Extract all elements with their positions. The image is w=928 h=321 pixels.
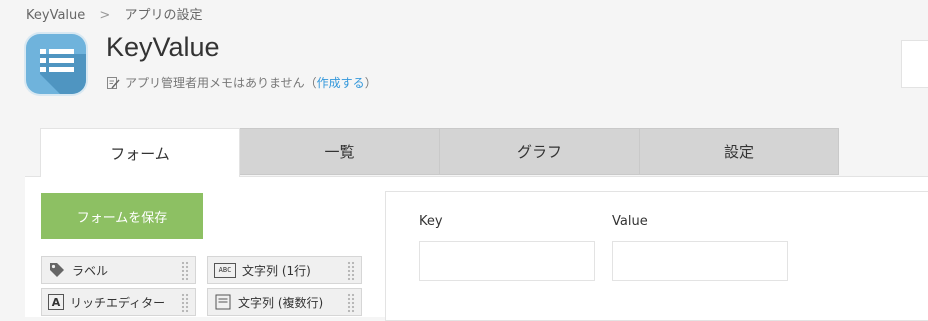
breadcrumb-app-link[interactable]: KeyValue (26, 8, 85, 23)
settings-tabs: フォーム 一覧 グラフ 設定 (40, 128, 839, 177)
tab-list-label: 一覧 (324, 143, 355, 161)
app-title: KeyValue (106, 32, 220, 62)
list-icon (40, 49, 86, 94)
tab-settings-label: 設定 (723, 143, 754, 161)
drag-handle-icon (347, 293, 355, 313)
create-memo-link[interactable]: 作成する (317, 74, 365, 91)
palette-item-single-line-text-label: 文字列 (1行) (242, 263, 311, 278)
abc-icon: ABC (214, 262, 236, 278)
palette-item-single-line-text[interactable]: ABC 文字列 (1行) (207, 256, 362, 284)
palette-item-rich-editor-label: リッチエディター (70, 295, 166, 310)
drag-handle-icon (181, 261, 189, 281)
tab-form[interactable]: フォーム (40, 128, 240, 177)
save-form-button[interactable]: フォームを保存 (41, 193, 203, 239)
tag-icon (48, 261, 66, 279)
breadcrumb: KeyValue > アプリの設定 (26, 4, 202, 23)
field-key-input[interactable] (419, 241, 595, 281)
palette-item-multi-line-text[interactable]: 文字列 (複数行) (207, 288, 362, 316)
tab-form-label: フォーム (110, 144, 170, 163)
palette-item-multi-line-text-label: 文字列 (複数行) (238, 295, 324, 310)
palette-item-label[interactable]: ラベル (41, 256, 196, 284)
drag-handle-icon (347, 261, 355, 281)
tab-graph[interactable]: グラフ (440, 128, 640, 175)
abc-icon-text: ABC (218, 266, 232, 274)
field-key-label: Key (419, 214, 443, 229)
memo-paren-close: ） (364, 76, 377, 90)
header-action-button[interactable] (901, 40, 928, 88)
edit-memo-icon (107, 76, 120, 89)
tab-graph-label: グラフ (516, 143, 562, 161)
field-value-input[interactable] (612, 241, 788, 281)
app-memo: アプリ管理者用メモはありません （ 作成する ） (106, 74, 377, 91)
memo-paren-open: （ (304, 76, 317, 90)
breadcrumb-separator: > (99, 8, 111, 23)
tab-settings[interactable]: 設定 (640, 128, 839, 175)
rich-text-icon: A (48, 294, 64, 310)
rich-text-icon-text: A (51, 295, 61, 309)
palette-item-label-text: ラベル (72, 263, 109, 278)
palette-item-rich-editor[interactable]: A リッチエディター (41, 288, 196, 316)
tab-list[interactable]: 一覧 (240, 128, 440, 175)
app-icon (26, 34, 86, 94)
field-value-label: Value (612, 214, 648, 229)
breadcrumb-current: アプリの設定 (124, 8, 203, 23)
drag-handle-icon (181, 293, 189, 313)
multiline-text-icon (214, 293, 232, 311)
memo-text: アプリ管理者用メモはありません (125, 76, 305, 90)
